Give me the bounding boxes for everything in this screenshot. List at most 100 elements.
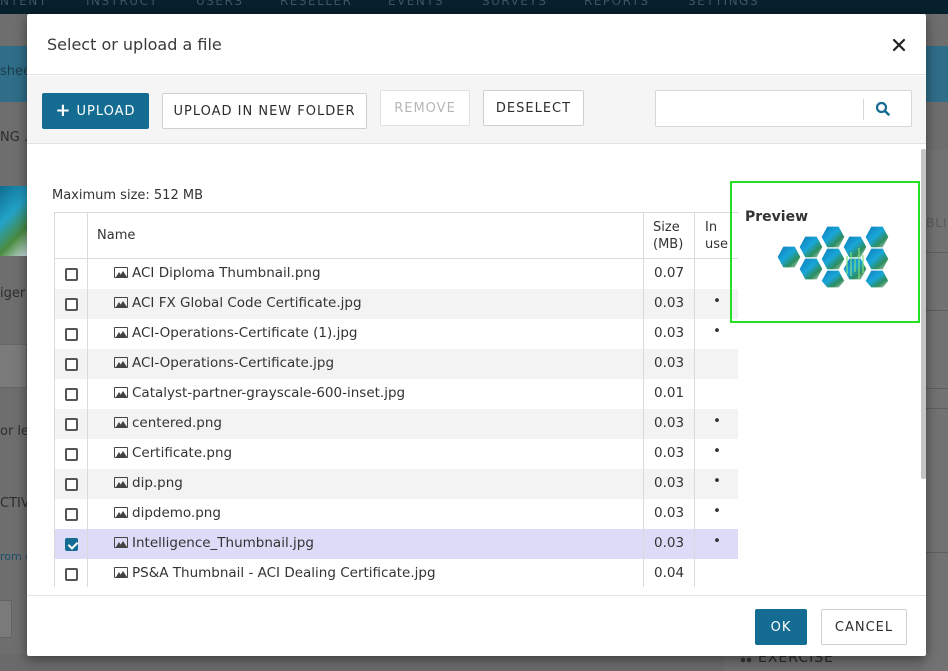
file-name-cell[interactable]: PS&A Thumbnail - ACI Dealing Certificate…	[88, 559, 644, 587]
row-select-cell	[55, 409, 88, 439]
file-name-cell[interactable]: ACI-Operations-Certificate.jpg	[88, 349, 644, 379]
close-icon[interactable]	[887, 33, 911, 57]
file-row[interactable]: ACI FX Global Code Certificate.jpg 0.03 •	[55, 289, 738, 319]
upload-button-label: UPLOAD	[76, 103, 136, 119]
file-size: 0.01	[644, 379, 695, 409]
file-name-cell[interactable]: dipdemo.png	[88, 499, 644, 529]
ok-button[interactable]: OK	[755, 609, 807, 645]
image-file-icon	[114, 267, 128, 278]
column-header-select	[55, 213, 88, 259]
file-size: 0.04	[644, 559, 695, 587]
row-select-cell	[55, 469, 88, 499]
file-row[interactable]: dipdemo.png 0.03 •	[55, 499, 738, 529]
dialog-footer: OK CANCEL	[27, 595, 926, 656]
file-row[interactable]: dip.png 0.03 •	[55, 469, 738, 499]
file-size: 0.03	[644, 499, 695, 529]
dialog-scrollbar[interactable]	[921, 149, 926, 479]
deselect-button[interactable]: DESELECT	[483, 90, 584, 126]
row-checkbox[interactable]	[65, 478, 78, 491]
file-size: 0.03	[644, 289, 695, 319]
file-name-cell[interactable]: ACI FX Global Code Certificate.jpg	[88, 289, 644, 319]
file-row[interactable]: ACI-Operations-Certificate.jpg 0.03	[55, 349, 738, 379]
background-divider	[924, 252, 948, 253]
row-select-cell	[55, 529, 88, 559]
file-name-cell[interactable]: dip.png	[88, 469, 644, 499]
background-panel	[0, 344, 27, 388]
row-checkbox[interactable]	[65, 328, 78, 341]
dialog-header: Select or upload a file	[27, 14, 926, 75]
row-checkbox[interactable]	[65, 358, 78, 371]
row-checkbox[interactable]	[65, 298, 78, 311]
file-name: Intelligence_Thumbnail.jpg	[132, 535, 314, 551]
file-name-cell[interactable]: Catalyst-partner-grayscale-600-inset.jpg	[88, 379, 644, 409]
file-in-use-indicator	[695, 559, 738, 587]
file-in-use-indicator	[695, 349, 738, 379]
file-in-use-indicator: •	[713, 503, 721, 519]
file-table: Name Size (MB) In use ACI Diploma Thumbn…	[54, 212, 738, 587]
row-checkbox[interactable]	[65, 388, 78, 401]
image-file-icon	[114, 417, 128, 428]
bg-nav-item: SETTINGS	[688, 0, 760, 8]
row-checkbox[interactable]	[65, 268, 78, 281]
file-name: dipdemo.png	[132, 505, 221, 521]
file-name: ACI FX Global Code Certificate.jpg	[132, 295, 362, 311]
remove-button[interactable]: REMOVE	[380, 90, 470, 126]
file-name-cell[interactable]: centered.png	[88, 409, 644, 439]
file-row[interactable]: Certificate.png 0.03 •	[55, 439, 738, 469]
background-nav-bar: NTENT INSTRUCT USERS RESELLER EVENTS SUR…	[0, 0, 948, 14]
bg-nav-item: REPORTS	[584, 0, 650, 8]
search-icon[interactable]	[874, 100, 892, 118]
file-in-use-indicator: •	[713, 473, 721, 489]
background-footer	[0, 654, 724, 671]
file-in-use-indicator	[695, 379, 738, 409]
file-row[interactable]: ACI-Operations-Certificate (1).jpg 0.03 •	[55, 319, 738, 349]
file-name-cell[interactable]: ACI Diploma Thumbnail.png	[88, 259, 644, 289]
image-file-icon	[114, 327, 128, 338]
column-header-name[interactable]: Name	[88, 213, 644, 259]
row-checkbox[interactable]	[65, 448, 78, 461]
row-checkbox[interactable]	[65, 418, 78, 431]
dialog-toolbar: + UPLOAD UPLOAD IN NEW FOLDER REMOVE DES…	[27, 76, 926, 144]
file-name: Certificate.png	[132, 445, 233, 461]
file-row[interactable]: PS&A Thumbnail - ACI Dealing Certificate…	[55, 559, 738, 587]
background-text: CTIV	[0, 496, 30, 511]
file-name: ACI Diploma Thumbnail.png	[132, 265, 321, 281]
max-size-text: Maximum size: 512 MB	[52, 188, 203, 203]
file-name-cell[interactable]: Intelligence_Thumbnail.jpg	[88, 529, 644, 559]
upload-button[interactable]: + UPLOAD	[42, 93, 149, 129]
file-row[interactable]: Intelligence_Thumbnail.jpg 0.03 •	[55, 529, 738, 559]
plus-icon: +	[55, 100, 72, 121]
image-file-icon	[114, 507, 128, 518]
preview-panel: Preview	[730, 181, 920, 323]
file-row[interactable]: centered.png 0.03 •	[55, 409, 738, 439]
file-in-use-indicator: •	[713, 443, 721, 459]
row-select-cell	[55, 259, 88, 289]
file-size: 0.07	[644, 259, 695, 289]
background-divider	[924, 388, 948, 389]
upload-in-new-folder-button[interactable]: UPLOAD IN NEW FOLDER	[162, 93, 367, 129]
row-checkbox[interactable]	[65, 538, 78, 551]
file-row[interactable]: ACI Diploma Thumbnail.png 0.07	[55, 259, 738, 289]
file-name-cell[interactable]: ACI-Operations-Certificate (1).jpg	[88, 319, 644, 349]
file-row[interactable]: Catalyst-partner-grayscale-600-inset.jpg…	[55, 379, 738, 409]
cancel-button[interactable]: CANCEL	[821, 609, 907, 645]
file-name: centered.png	[132, 415, 222, 431]
search-input[interactable]	[662, 97, 856, 121]
row-checkbox[interactable]	[65, 568, 78, 581]
row-checkbox[interactable]	[65, 508, 78, 521]
dialog-body: Maximum size: 512 MB Name Size (MB) In u…	[27, 145, 926, 595]
column-header-size[interactable]: Size (MB)	[644, 213, 695, 259]
file-name: dip.png	[132, 475, 183, 491]
file-size: 0.03	[644, 349, 695, 379]
row-select-cell	[55, 379, 88, 409]
dialog-title: Select or upload a file	[47, 35, 222, 54]
file-name-cell[interactable]: Certificate.png	[88, 439, 644, 469]
preview-image	[777, 226, 895, 288]
file-size: 0.03	[644, 409, 695, 439]
file-name: Catalyst-partner-grayscale-600-inset.jpg	[132, 385, 406, 401]
bg-nav-item: NTENT	[0, 0, 48, 8]
file-size: 0.03	[644, 529, 695, 559]
file-name: ACI-Operations-Certificate (1).jpg	[132, 325, 358, 341]
background-text: NG .	[0, 130, 29, 145]
row-select-cell	[55, 499, 88, 529]
